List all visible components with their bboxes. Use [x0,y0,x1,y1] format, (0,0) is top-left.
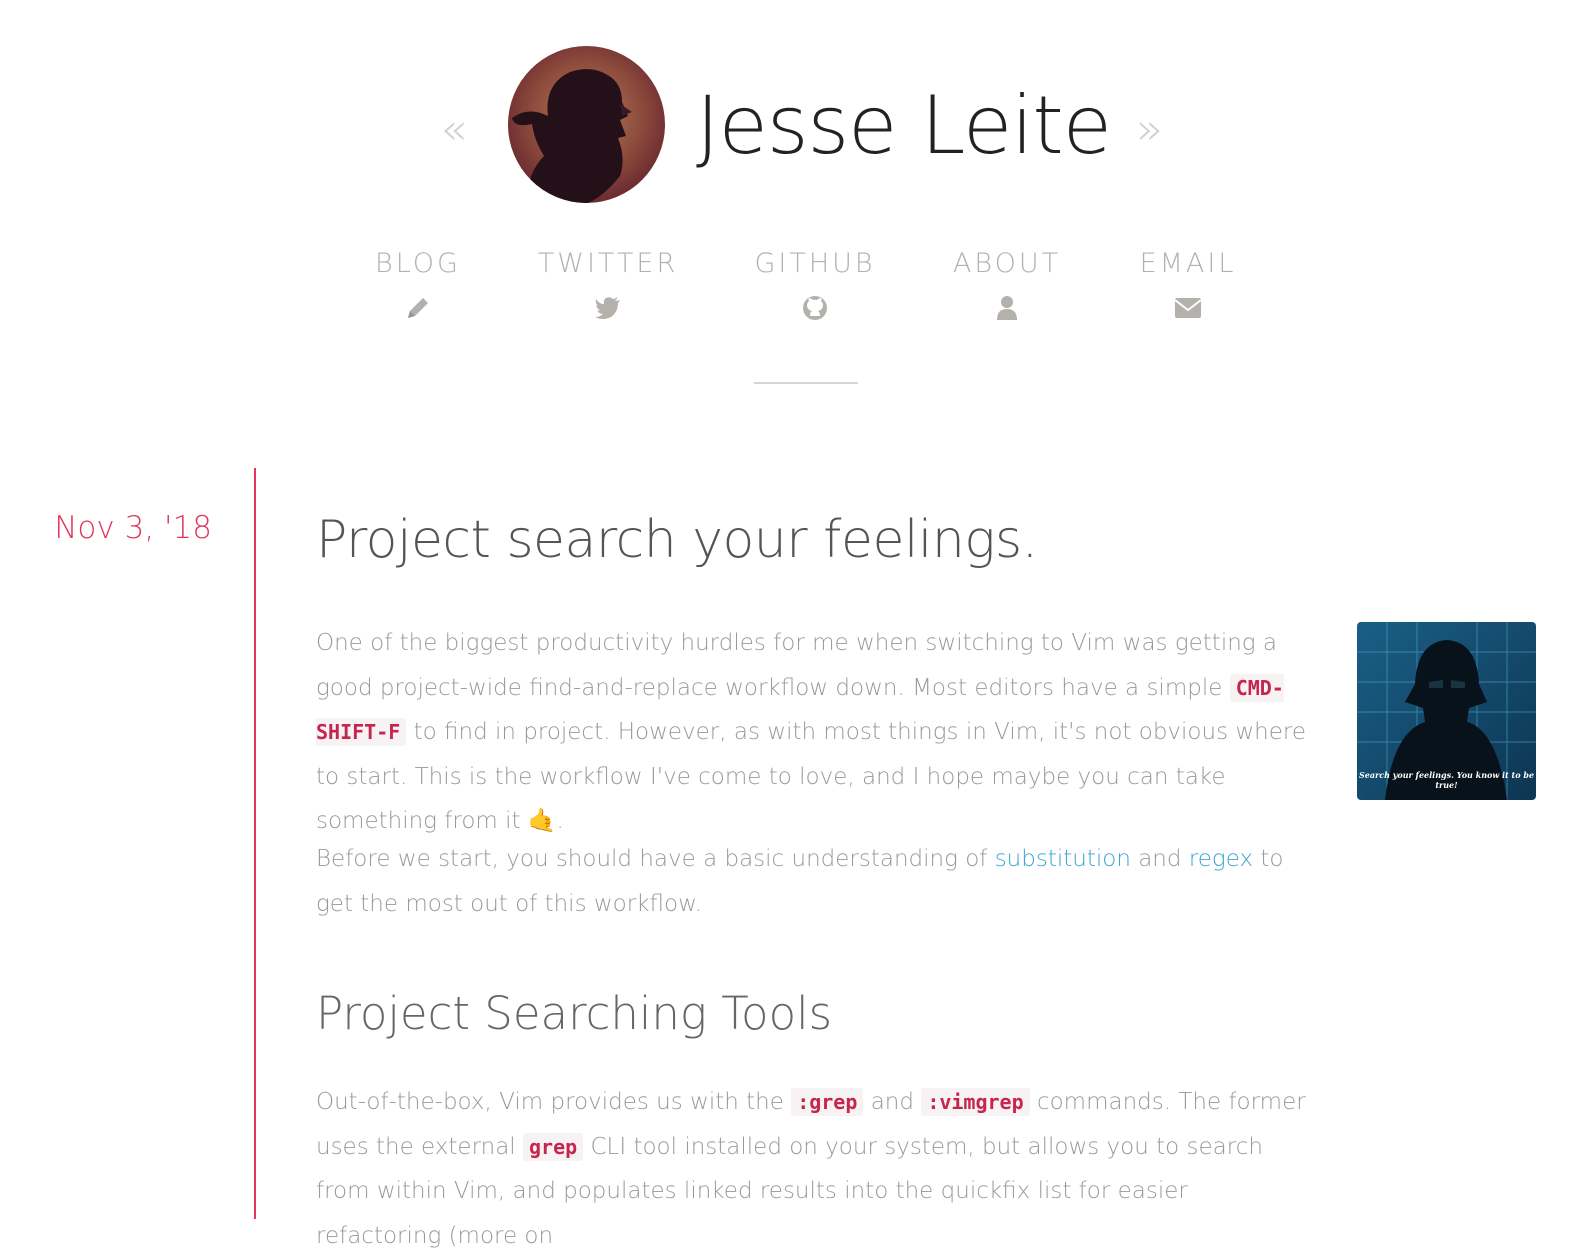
nav-email[interactable]: EMAIL [1103,248,1273,322]
post-paragraph: Before we start, you should have a basic… [316,837,1306,926]
paragraph-text: . [556,808,564,834]
nav-blog[interactable]: BLOG [333,248,503,322]
call-me-hand-emoji: 🤙 [527,808,557,834]
header-divider [754,382,858,384]
inline-code: :vimgrep [921,1088,1030,1116]
inline-code: :grep [791,1088,864,1116]
nav-github[interactable]: GITHUB [730,248,900,322]
avatar[interactable] [508,46,665,203]
github-icon [801,294,829,322]
paragraph-text: and [863,1089,922,1115]
paragraph-text: to find in project. However, as with mos… [316,719,1307,834]
next-post-arrow[interactable]: » [1136,108,1163,152]
inline-code: grep [523,1132,584,1161]
nav-label: GITHUB [754,248,876,279]
envelope-icon [1174,294,1202,322]
nav-twitter[interactable]: TWITTER [523,248,693,322]
site-header: « Jesse Leite » [0,0,1578,210]
paragraph-text: and [1130,846,1189,872]
darth-vader-thumbnail[interactable]: Search your feelings. You know it to be … [1357,622,1536,800]
post-paragraph: One of the biggest productivity hurdles … [316,621,1306,844]
paragraph-text: One of the biggest productivity hurdles … [316,630,1278,701]
nav-label: TWITTER [537,248,679,279]
paragraph-text: Before we start, you should have a basic… [316,846,995,872]
post-paragraph: Out-of-the-box, Vim provides us with the… [316,1080,1306,1258]
post-title: Project search your feelings. [316,510,1038,570]
thumbnail-caption: Search your feelings. You know it to be … [1358,770,1535,790]
nav-label: BLOG [375,248,461,279]
regex-link[interactable]: regex [1189,846,1253,872]
nav-label: EMAIL [1139,248,1237,279]
section-heading: Project Searching Tools [316,987,833,1040]
post-date: Nov 3, '18 [54,510,212,546]
user-icon [993,294,1021,322]
previous-post-arrow[interactable]: « [440,108,467,152]
nav-about[interactable]: ABOUT [922,248,1092,322]
paragraph-text: Out-of-the-box, Vim provides us with the [316,1089,792,1115]
timeline-line [254,468,256,1219]
nav-label: ABOUT [952,248,1062,279]
twitter-icon [594,294,622,322]
substitution-link[interactable]: substitution [995,846,1131,872]
pencil-icon [404,294,432,322]
site-title[interactable]: Jesse Leite [696,78,1112,174]
